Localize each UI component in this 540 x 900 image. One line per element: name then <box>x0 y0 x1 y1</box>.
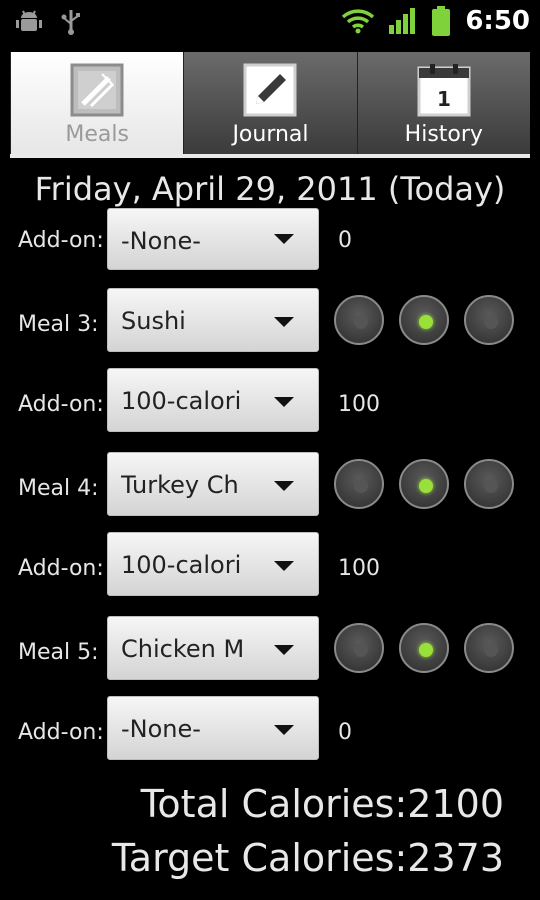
fork-knife-icon <box>70 63 124 117</box>
addon-label: Add-on: <box>18 392 104 417</box>
status-bar: 6:50 <box>0 0 540 44</box>
date-header: Friday, April 29, 2011 (Today) <box>34 170 506 208</box>
meal-4-spinner[interactable]: Turkey Ch <box>107 452 319 516</box>
addon-calories: 0 <box>338 720 352 745</box>
meal-5-label: Meal 5: <box>18 640 99 665</box>
meal-4-selection: Turkey Ch <box>121 471 239 499</box>
calendar-icon: 1 <box>417 64 471 117</box>
addon-calories: 100 <box>338 392 380 417</box>
meal-3-radio-2[interactable] <box>399 295 449 345</box>
addon-label: Add-on: <box>18 228 104 253</box>
tab-history-label: History <box>404 122 483 147</box>
chevron-down-icon <box>274 397 294 407</box>
battery-icon <box>432 6 451 36</box>
meal-4-radio-1[interactable] <box>334 459 384 509</box>
chevron-down-icon <box>274 234 294 244</box>
addon-selection: 100-calori <box>121 387 242 415</box>
meal-3-selection: Sushi <box>121 307 186 335</box>
tab-meals-label: Meals <box>65 122 129 147</box>
chevron-down-icon <box>274 561 294 571</box>
total-calories: Total Calories:2100 <box>140 782 504 826</box>
addon-selection: -None- <box>121 715 201 743</box>
addon-calories: 0 <box>338 228 352 253</box>
meal-3-radio-3[interactable] <box>464 295 514 345</box>
addon-selection: 100-calori <box>121 551 242 579</box>
calendar-icon-day: 1 <box>437 87 451 111</box>
tab-history[interactable]: 1 History <box>356 52 530 156</box>
android-debug-icon <box>16 10 42 31</box>
meal-5-radio-3[interactable] <box>464 623 514 673</box>
addon-spinner[interactable]: -None- <box>107 696 319 760</box>
addon-spinner[interactable]: 100-calori <box>107 368 319 432</box>
chevron-down-icon <box>274 725 294 735</box>
tab-journal[interactable]: Journal <box>183 52 357 156</box>
target-calories: Target Calories:2373 <box>111 836 504 880</box>
clock: 6:50 <box>465 6 530 36</box>
addon-spinner[interactable]: 100-calori <box>107 532 319 596</box>
addon-selection: -None- <box>121 227 201 255</box>
addon-calories: 100 <box>338 556 380 581</box>
pencil-icon <box>243 63 297 117</box>
tab-journal-label: Journal <box>232 122 309 147</box>
chevron-down-icon <box>274 317 294 327</box>
meal-5-selection: Chicken M <box>121 635 243 663</box>
addon-label: Add-on: <box>18 556 104 581</box>
tab-underline <box>10 154 530 158</box>
wifi-icon <box>342 9 375 34</box>
meal-3-radio-1[interactable] <box>334 295 384 345</box>
meal-5-spinner[interactable]: Chicken M <box>107 616 319 680</box>
addon-label: Add-on: <box>18 720 104 745</box>
tab-bar: Meals Journal 1 History <box>10 52 530 156</box>
tab-meals[interactable]: Meals <box>10 52 184 156</box>
meal-3-label: Meal 3: <box>18 312 99 337</box>
meal-4-radio-3[interactable] <box>464 459 514 509</box>
meal-5-radio-1[interactable] <box>334 623 384 673</box>
chevron-down-icon <box>274 645 294 655</box>
meal-4-radio-2[interactable] <box>399 459 449 509</box>
meal-3-spinner[interactable]: Sushi <box>107 288 319 352</box>
signal-icon <box>389 8 416 34</box>
addon-spinner[interactable]: -None- <box>107 208 319 270</box>
chevron-down-icon <box>274 481 294 491</box>
meal-4-label: Meal 4: <box>18 476 99 501</box>
meal-5-radio-2[interactable] <box>399 623 449 673</box>
usb-icon <box>61 10 80 35</box>
